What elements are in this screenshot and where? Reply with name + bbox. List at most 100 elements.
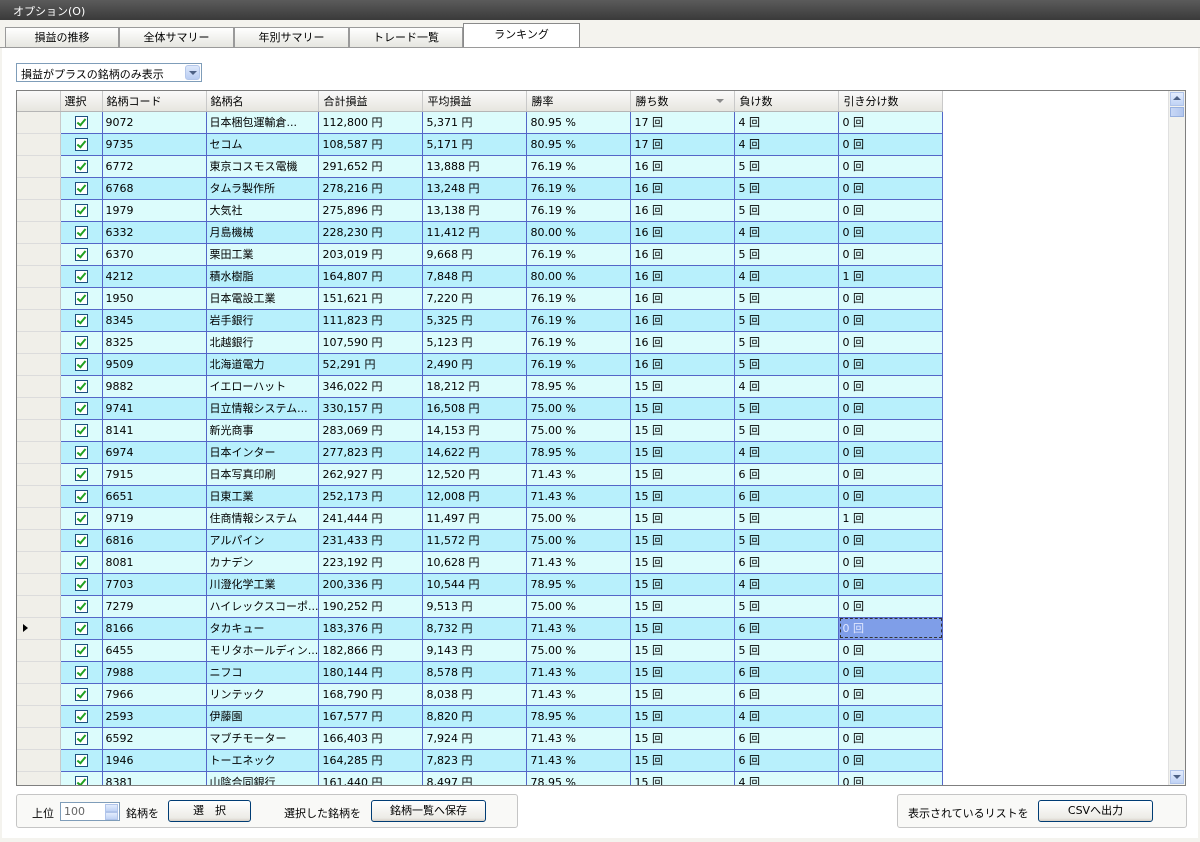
cell-total-profit[interactable]: 241,444 円 — [318, 506, 424, 530]
cell-losses[interactable]: 5 回 — [734, 528, 840, 552]
cell-losses[interactable]: 6 回 — [734, 484, 840, 508]
cell-name[interactable]: リンテック — [205, 682, 320, 706]
cell-wins[interactable]: 15 回 — [630, 682, 736, 706]
cell-code[interactable]: 7966 — [101, 682, 207, 706]
table-row[interactable]: 7966 リンテック 168,790 円 8,038 円 71.43 % 15 回6 回0… — [17, 682, 944, 706]
select-cell[interactable] — [59, 682, 103, 706]
cell-name[interactable]: 東京コスモス電機 — [205, 154, 320, 178]
cell-avg-profit[interactable]: 13,138 円 — [422, 198, 528, 222]
cell-draws[interactable]: 0 回 — [838, 550, 944, 574]
checkbox-checked-icon[interactable] — [74, 137, 88, 151]
cell-win-rate[interactable]: 71.43 % — [526, 726, 632, 750]
row-header[interactable] — [17, 243, 61, 266]
cell-draws[interactable]: 0 回 — [838, 748, 944, 772]
cell-code[interactable]: 9509 — [101, 352, 207, 376]
cell-win-rate[interactable]: 78.95 % — [526, 704, 632, 728]
cell-code[interactable]: 7988 — [101, 660, 207, 684]
cell-code[interactable]: 6768 — [101, 176, 207, 200]
checkbox-checked-icon[interactable] — [74, 291, 88, 305]
cell-win-rate[interactable]: 80.95 % — [526, 132, 632, 156]
cell-code[interactable]: 6332 — [101, 220, 207, 244]
ranking-grid[interactable]: 選択 銘柄コード 銘柄名 合計損益 平均損益 勝率 勝ち数 負け数 引き分け数 … — [16, 90, 1186, 786]
table-row[interactable]: 1979 大気社 275,896 円 13,138 円 76.19 % 16 回5 回0 … — [17, 198, 944, 222]
cell-losses[interactable]: 6 回 — [734, 550, 840, 574]
row-header[interactable] — [17, 661, 61, 684]
cell-total-profit[interactable]: 223,192 円 — [318, 550, 424, 574]
cell-win-rate[interactable]: 71.43 % — [526, 462, 632, 486]
cell-total-profit[interactable]: 200,336 円 — [318, 572, 424, 596]
table-row[interactable]: 7279 ハイレックスコーポ... 190,252 円 9,513 円 75.00 % 1… — [17, 594, 944, 618]
cell-losses[interactable]: 6 回 — [734, 462, 840, 486]
cell-avg-profit[interactable]: 13,248 円 — [422, 176, 528, 200]
cell-draws[interactable]: 0 回 — [838, 528, 944, 552]
cell-avg-profit[interactable]: 14,622 円 — [422, 440, 528, 464]
row-header[interactable] — [17, 155, 61, 178]
cell-total-profit[interactable]: 277,823 円 — [318, 440, 424, 464]
cell-win-rate[interactable]: 76.19 % — [526, 198, 632, 222]
cell-name[interactable]: 北海道電力 — [205, 352, 320, 376]
cell-code[interactable]: 9072 — [101, 110, 207, 134]
select-cell[interactable] — [59, 330, 103, 354]
cell-total-profit[interactable]: 164,807 円 — [318, 264, 424, 288]
row-header[interactable] — [17, 727, 61, 750]
tab-overall-summary[interactable]: 全体サマリー — [119, 27, 234, 47]
cell-avg-profit[interactable]: 5,325 円 — [422, 308, 528, 332]
cell-draws[interactable]: 0 回 — [838, 462, 944, 486]
table-row[interactable]: 6332 月島機械 228,230 円 11,412 円 80.00 % 16 回4 回0… — [17, 220, 944, 244]
select-cell[interactable] — [59, 220, 103, 244]
checkbox-checked-icon[interactable] — [74, 753, 88, 767]
cell-win-rate[interactable]: 71.43 % — [526, 484, 632, 508]
cell-draws[interactable]: 0 回 — [838, 638, 944, 662]
cell-name[interactable]: アルパイン — [205, 528, 320, 552]
select-cell[interactable] — [59, 726, 103, 750]
cell-draws[interactable]: 0 回 — [838, 726, 944, 750]
cell-draws[interactable]: 0 回 — [838, 594, 944, 618]
select-cell[interactable] — [59, 704, 103, 728]
cell-draws[interactable]: 0 回 — [838, 704, 944, 728]
cell-losses[interactable]: 5 回 — [734, 638, 840, 662]
cell-total-profit[interactable]: 275,896 円 — [318, 198, 424, 222]
current-row-indicator-icon[interactable] — [17, 617, 61, 640]
select-cell[interactable] — [59, 770, 103, 785]
cell-wins[interactable]: 15 回 — [630, 660, 736, 684]
cell-total-profit[interactable]: 346,022 円 — [318, 374, 424, 398]
select-cell[interactable] — [59, 286, 103, 310]
cell-name[interactable]: カナデン — [205, 550, 320, 574]
checkbox-checked-icon[interactable] — [74, 731, 88, 745]
row-header[interactable] — [17, 111, 61, 134]
cell-name[interactable]: 伊藤園 — [205, 704, 320, 728]
menu-options[interactable]: オプション(O) — [13, 3, 85, 19]
cell-code[interactable]: 6974 — [101, 440, 207, 464]
cell-name[interactable]: 月島機械 — [205, 220, 320, 244]
cell-avg-profit[interactable]: 5,123 円 — [422, 330, 528, 354]
cell-losses[interactable]: 4 回 — [734, 264, 840, 288]
row-header[interactable] — [17, 375, 61, 398]
cell-avg-profit[interactable]: 18,212 円 — [422, 374, 528, 398]
cell-draws[interactable]: 0 回 — [838, 660, 944, 684]
row-header[interactable] — [17, 485, 61, 508]
select-cell[interactable] — [59, 638, 103, 662]
checkbox-checked-icon[interactable] — [74, 643, 88, 657]
table-row[interactable]: 8381 山陰合同銀行 161,440 円 8,497 円 78.95 % 15 回4 回… — [17, 770, 944, 785]
row-header[interactable] — [17, 133, 61, 156]
cell-draws[interactable]: 0 回 — [838, 308, 944, 332]
select-cell[interactable] — [59, 110, 103, 134]
table-row[interactable]: 7915 日本写真印刷 262,927 円 12,520 円 71.43 % 15 回6 … — [17, 462, 944, 486]
select-cell[interactable] — [59, 374, 103, 398]
cell-wins[interactable]: 16 回 — [630, 176, 736, 200]
checkbox-checked-icon[interactable] — [74, 423, 88, 437]
column-header-win-rate[interactable]: 勝率 — [526, 91, 632, 112]
cell-avg-profit[interactable]: 2,490 円 — [422, 352, 528, 376]
cell-wins[interactable]: 15 回 — [630, 594, 736, 618]
cell-wins[interactable]: 16 回 — [630, 308, 736, 332]
cell-code[interactable]: 9741 — [101, 396, 207, 420]
checkbox-checked-icon[interactable] — [74, 115, 88, 129]
cell-name[interactable]: 岩手銀行 — [205, 308, 320, 332]
cell-code[interactable]: 8141 — [101, 418, 207, 442]
cell-losses[interactable]: 4 回 — [734, 132, 840, 156]
cell-draws[interactable]: 0 回 — [838, 770, 944, 785]
cell-wins[interactable]: 17 回 — [630, 110, 736, 134]
column-header-draws[interactable]: 引き分け数 — [838, 91, 944, 112]
checkbox-checked-icon[interactable] — [74, 577, 88, 591]
select-cell[interactable] — [59, 418, 103, 442]
